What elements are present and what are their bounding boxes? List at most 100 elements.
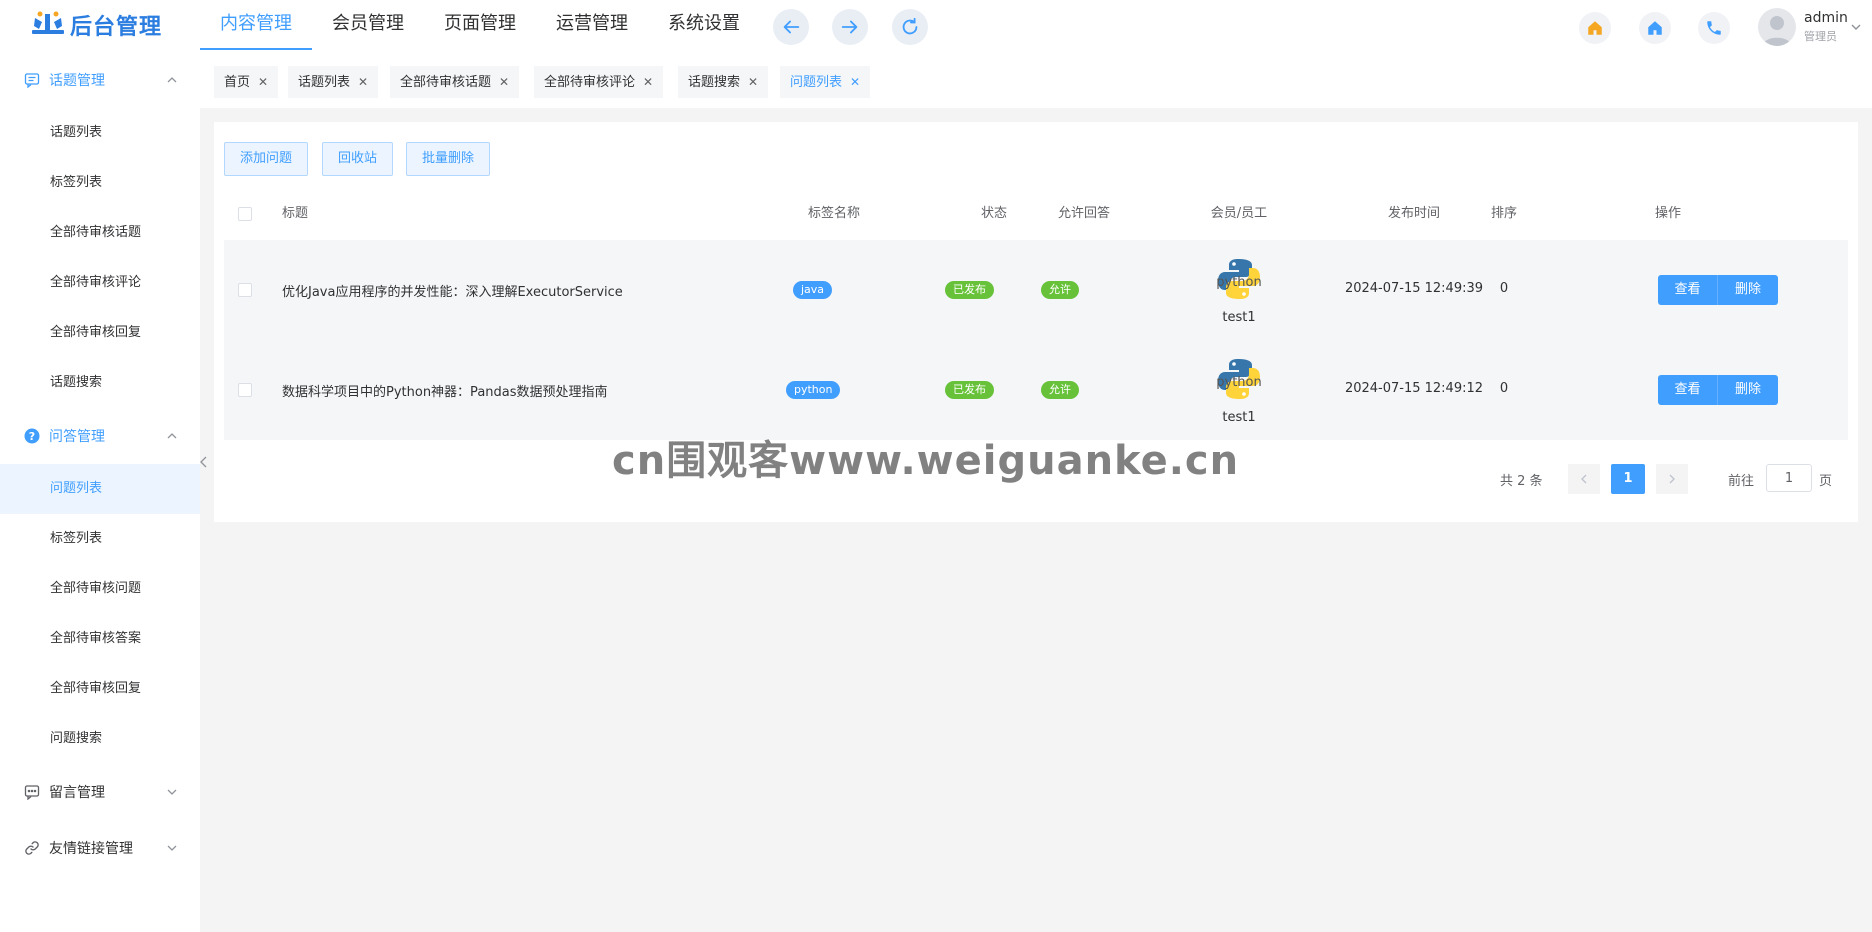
logo-text: 后台管理 <box>70 15 163 40</box>
status-badge: 已发布 <box>945 281 994 299</box>
python-logo-image: python <box>1216 359 1262 399</box>
watermark-text: cn围观客www.weiguanke.cn <box>612 438 1240 484</box>
sidebar-item-topic-search[interactable]: 话题搜索 <box>0 358 200 408</box>
home-button-blue[interactable] <box>1639 12 1671 44</box>
col-title: 标题 <box>282 206 309 221</box>
tab-label: 话题搜索 <box>688 75 741 90</box>
tab-question-list[interactable]: 问题列表 ✕ <box>780 66 871 98</box>
user-icon <box>1763 16 1791 46</box>
sidebar-item-pending-answers[interactable]: 全部待审核答案 <box>0 614 200 664</box>
sidebar-group-label: 问答管理 <box>49 429 105 445</box>
publish-time: 2024-07-15 12:49:39 <box>1344 281 1484 296</box>
col-time: 发布时间 <box>1387 206 1440 221</box>
row-checkbox[interactable] <box>238 383 252 397</box>
refresh-button[interactable] <box>892 9 928 45</box>
sidebar-item-pending-questions[interactable]: 全部待审核问题 <box>0 564 200 614</box>
sidebar-item-topic-list[interactable]: 话题列表 <box>0 108 200 158</box>
logo[interactable]: 后台管理 <box>30 10 162 40</box>
goto-page-input[interactable] <box>1766 464 1812 492</box>
arrow-right-icon <box>841 20 858 34</box>
sidebar: 话题管理 话题列表 标签列表 全部待审核话题 全部待审核评论 全部待审核回复 话… <box>0 58 200 932</box>
close-icon[interactable]: ✕ <box>358 75 368 89</box>
question-title: 优化Java应用程序的并发性能：深入理解ExecutorService <box>282 285 623 300</box>
view-button[interactable]: 查看 <box>1658 375 1718 405</box>
close-icon[interactable]: ✕ <box>499 75 509 89</box>
chevron-down-icon <box>167 845 177 851</box>
link-icon <box>25 841 39 855</box>
phone-button[interactable] <box>1698 12 1730 44</box>
sidebar-item-pending-topics[interactable]: 全部待审核话题 <box>0 208 200 258</box>
chat-icon <box>24 785 40 800</box>
logo-icon <box>32 11 64 34</box>
chevron-right-icon <box>1669 474 1675 484</box>
sidebar-item-question-tags[interactable]: 标签列表 <box>0 514 200 564</box>
nav-content[interactable]: 内容管理 <box>200 0 312 50</box>
close-icon[interactable]: ✕ <box>643 75 653 89</box>
delete-button[interactable]: 删除 <box>1718 275 1778 305</box>
allow-badge: 允许 <box>1041 381 1079 399</box>
svg-text:python: python <box>1216 375 1261 390</box>
sort-value: 0 <box>1499 281 1509 296</box>
forward-button[interactable] <box>832 9 868 45</box>
nav-member[interactable]: 会员管理 <box>312 0 424 50</box>
user-role: 管理员 <box>1804 30 1837 43</box>
sidebar-group-label: 留言管理 <box>49 785 105 801</box>
table-header: 标题 标签名称 状态 允许回答 会员/员工 发布时间 排序 操作 <box>224 190 1848 238</box>
sidebar-item-pending-comments[interactable]: 全部待审核评论 <box>0 258 200 308</box>
next-page-button[interactable] <box>1656 464 1688 494</box>
sidebar-group-message[interactable]: 留言管理 <box>0 770 200 814</box>
nav-page[interactable]: 页面管理 <box>424 0 536 50</box>
home-button-orange[interactable] <box>1579 12 1611 44</box>
sidebar-group-links[interactable]: 友情链接管理 <box>0 826 200 870</box>
recycle-bin-button[interactable]: 回收站 <box>322 142 394 176</box>
col-user: 会员/员工 <box>1210 206 1268 221</box>
tab-home[interactable]: 首页 ✕ <box>214 66 279 98</box>
add-question-button[interactable]: 添加问题 <box>224 142 309 176</box>
col-actions: 操作 <box>1654 206 1681 221</box>
sidebar-item-pending-question-replies[interactable]: 全部待审核回复 <box>0 664 200 714</box>
sidebar-group-qa[interactable]: ? 问答管理 <box>0 414 200 458</box>
close-icon[interactable]: ✕ <box>850 75 860 89</box>
sidebar-item-question-search[interactable]: 问题搜索 <box>0 714 200 764</box>
chevron-left-icon <box>1581 474 1587 484</box>
delete-button[interactable]: 删除 <box>1718 375 1778 405</box>
view-button[interactable]: 查看 <box>1658 275 1718 305</box>
sidebar-item-question-list[interactable]: 问题列表 <box>0 464 200 514</box>
page-number-button[interactable]: 1 <box>1611 464 1645 494</box>
tab-label: 首页 <box>224 75 251 90</box>
col-tag: 标签名称 <box>807 206 860 221</box>
table-row: 优化Java应用程序的并发性能：深入理解ExecutorService java… <box>224 240 1848 340</box>
close-icon[interactable]: ✕ <box>748 75 758 89</box>
allow-badge: 允许 <box>1041 281 1079 299</box>
tab-topic-list[interactable]: 话题列表 ✕ <box>288 66 379 98</box>
tab-pending-topics[interactable]: 全部待审核话题 ✕ <box>390 66 520 98</box>
tag-badge: python <box>786 381 841 399</box>
select-all-checkbox[interactable] <box>238 207 252 221</box>
chevron-up-icon <box>167 433 177 439</box>
chevron-down-icon <box>167 789 177 795</box>
row-checkbox[interactable] <box>238 283 252 297</box>
phone-icon <box>1707 21 1721 35</box>
tab-label: 全部待审核评论 <box>544 75 636 90</box>
question-icon: ? <box>24 428 40 444</box>
sidebar-item-topic-tags[interactable]: 标签列表 <box>0 158 200 208</box>
avatar[interactable] <box>1758 8 1796 46</box>
sidebar-item-pending-topic-replies[interactable]: 全部待审核回复 <box>0 308 200 358</box>
page-unit-label: 页 <box>1819 474 1833 489</box>
sidebar-group-topic[interactable]: 话题管理 <box>0 58 200 102</box>
chevron-down-icon[interactable] <box>1849 20 1863 34</box>
message-icon <box>24 73 40 88</box>
back-button[interactable] <box>773 9 809 45</box>
publish-time: 2024-07-15 12:49:12 <box>1344 381 1484 396</box>
sidebar-collapse-icon[interactable] <box>198 452 210 472</box>
nav-system[interactable]: 系统设置 <box>648 0 760 50</box>
question-title: 数据科学项目中的Python神器：Pandas数据预处理指南 <box>282 385 608 400</box>
tab-pending-comments[interactable]: 全部待审核评论 ✕ <box>534 66 664 98</box>
nav-operation[interactable]: 运营管理 <box>536 0 648 50</box>
tab-topic-search[interactable]: 话题搜索 ✕ <box>678 66 769 98</box>
prev-page-button[interactable] <box>1568 464 1600 494</box>
close-icon[interactable]: ✕ <box>258 75 268 89</box>
batch-delete-button[interactable]: 批量删除 <box>406 142 491 176</box>
col-allow-answer: 允许回答 <box>1057 206 1110 221</box>
user-name[interactable]: admin <box>1804 10 1848 26</box>
